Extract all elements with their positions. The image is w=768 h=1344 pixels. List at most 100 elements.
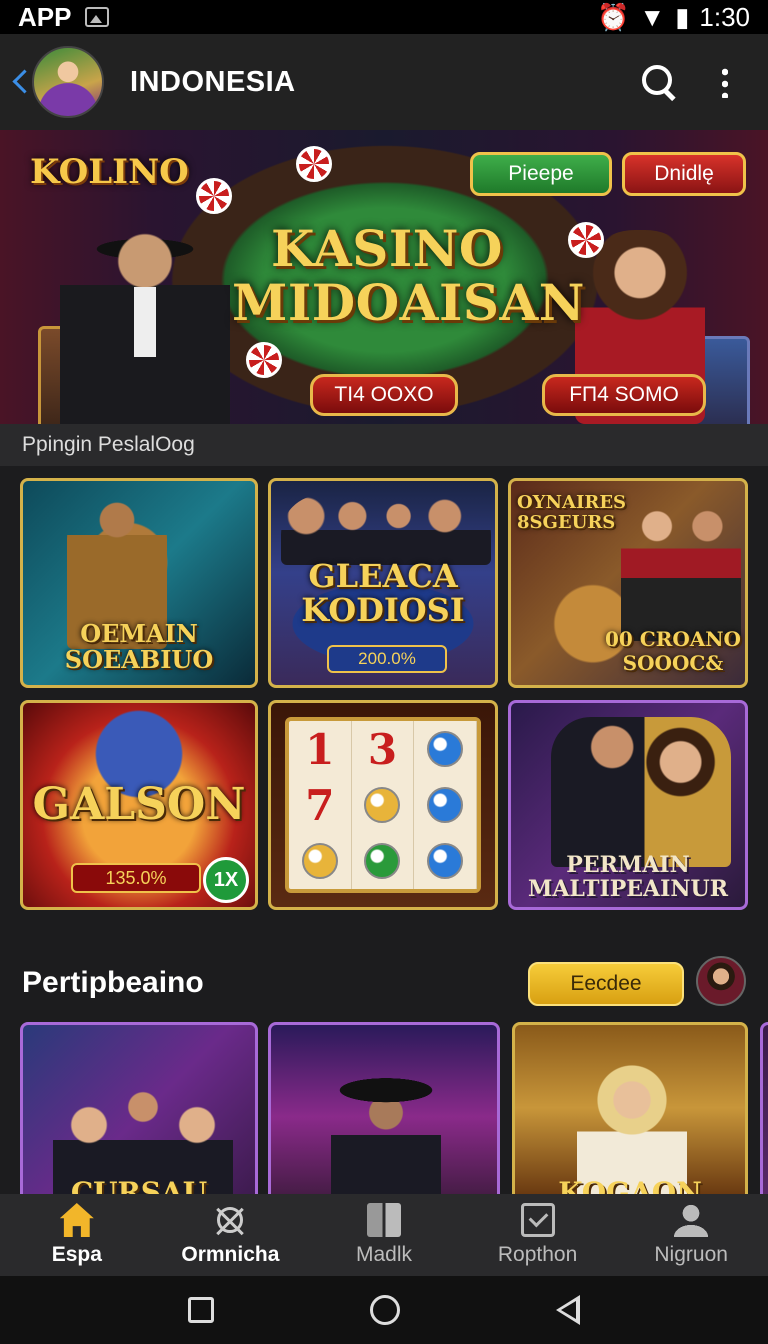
nav-item-games[interactable]: Ormnicha — [154, 1194, 308, 1276]
reel-symbol — [352, 777, 415, 833]
hero-dealer-figure — [60, 225, 230, 424]
reel-symbol — [414, 833, 477, 889]
ball-icon — [427, 731, 464, 767]
page-title: INDONESIA — [130, 65, 296, 98]
game-title: CURSAU — [70, 1176, 208, 1194]
wifi-icon: ▼ — [639, 1, 666, 32]
section-action-button[interactable]: Eecdee — [528, 962, 684, 1006]
game-tile[interactable] — [268, 1022, 500, 1194]
game-bonus-badge: 135.0% — [71, 863, 201, 893]
search-icon[interactable] — [640, 63, 678, 101]
group-figures — [53, 1065, 233, 1194]
home-icon — [59, 1203, 94, 1237]
nav-item-profile[interactable]: Nigruon — [614, 1194, 768, 1276]
avatar[interactable] — [696, 956, 746, 1006]
status-app-label: APP — [18, 1, 72, 32]
game-tile[interactable]: GLEACA KODIOSI 200.0% — [268, 478, 498, 688]
couple-figure — [621, 501, 741, 641]
game-title: KOGAON — [558, 1176, 702, 1194]
nav-item-label: Espa — [51, 1243, 102, 1266]
hero-pill-left[interactable]: TI4 OOXO — [310, 374, 458, 416]
nav-item-promo[interactable]: Ropthon — [461, 1194, 615, 1276]
image-icon — [85, 7, 110, 27]
game-title: OEMAIN SOEABIUO — [23, 621, 255, 673]
queen-figure — [577, 1049, 687, 1194]
recents-icon[interactable] — [188, 1297, 214, 1323]
hero-title-line2: MIDOAISAN — [232, 273, 585, 332]
reel-symbol: 3 — [352, 721, 415, 777]
bottom-nav: Espa Ormnicha Madlk Ropthon Nigruon — [0, 1194, 768, 1276]
game-title-line1: GLEACA — [308, 557, 458, 595]
game-tile[interactable]: GALSON 135.0% 1X — [20, 700, 258, 910]
game-tile[interactable] — [760, 1022, 768, 1194]
hero-green-button[interactable]: Pieepe — [470, 152, 612, 196]
reel-symbol: 1 — [289, 721, 352, 777]
ball-icon — [427, 843, 464, 879]
chip-icon — [196, 178, 232, 214]
game-title-line1: OYNAIRES — [517, 492, 627, 513]
multiplier-badge: 1X — [203, 857, 249, 903]
hero-banner[interactable]: KOLINO KASINO MIDOAISAN Pieepe Dnidlę TI… — [0, 130, 768, 424]
nav-item-book[interactable]: Madlk — [307, 1194, 461, 1276]
game-row: CURSAU KOGAON — [20, 1022, 768, 1194]
chip-icon — [246, 342, 282, 378]
nav-item-label: Ormnicha — [181, 1243, 280, 1266]
alarm-icon: ⏰ — [596, 1, 630, 32]
reel-symbol: 7 — [289, 777, 352, 833]
reel-symbol — [414, 721, 477, 777]
game-tile[interactable]: KOGAON — [512, 1022, 748, 1194]
singer-figure — [551, 717, 731, 867]
status-bar: APP ⏰ ▼ ▮ 1:30 — [0, 0, 768, 34]
hero-pill-right[interactable]: FП4 SOMO — [542, 374, 706, 416]
status-time: 1:30 — [699, 1, 750, 32]
more-vert-icon[interactable] — [722, 66, 728, 98]
game-tile[interactable]: PERMAIN MALTIPEAINUR — [508, 700, 748, 910]
game-title-line1: OEMAIN — [80, 619, 198, 648]
back-triangle-icon[interactable] — [556, 1295, 580, 1325]
avatar[interactable] — [32, 46, 104, 118]
ticket-icon — [520, 1203, 555, 1237]
section-label: Ppingin PeslalOog — [0, 424, 768, 466]
game-subtitle-line1: 00 CROANO — [605, 627, 741, 651]
group-figures — [281, 495, 491, 565]
game-title-line2: KODIOSI — [301, 591, 465, 629]
reel-symbol — [414, 777, 477, 833]
chip-icon — [296, 146, 332, 182]
game-bonus-badge: 200.0% — [327, 645, 447, 673]
nav-item-home[interactable]: Espa — [0, 1194, 154, 1276]
game-title-line2: SOEABIUO — [64, 645, 214, 674]
ball-icon — [301, 843, 338, 879]
heart-icon — [364, 787, 401, 823]
game-title-line1: PERMAIN — [566, 852, 690, 878]
section-title: Pertipbeaino — [22, 966, 204, 999]
game-subtitle: 00 CROANO SOOOC& — [601, 627, 745, 675]
back-icon[interactable] — [10, 67, 30, 97]
system-nav-bar — [0, 1276, 768, 1344]
game-tile[interactable]: 1 3 7 — [268, 700, 498, 910]
home-circle-icon[interactable] — [370, 1295, 400, 1325]
nav-item-label: Madlk — [355, 1243, 412, 1266]
game-tile[interactable]: OYNAIRES 8SGEURS 00 CROANO SOOOC& — [508, 478, 748, 688]
battery-icon: ▮ — [675, 1, 690, 32]
ball-icon — [427, 787, 464, 823]
crossed-clubs-icon — [217, 1207, 244, 1233]
chip-icon — [568, 222, 604, 258]
nav-item-label: Ropthon — [497, 1243, 578, 1266]
game-title: GLEACA KODIOSI — [271, 559, 495, 627]
game-title: PERMAIN MALTIPEAINUR — [511, 853, 745, 901]
reel-symbol — [289, 833, 352, 889]
game-tile[interactable]: CURSAU — [20, 1022, 258, 1194]
user-icon — [674, 1203, 709, 1237]
game-title-line2: 8SGEURS — [517, 512, 616, 533]
book-icon — [366, 1203, 401, 1237]
reel-symbol — [352, 833, 415, 889]
hero-brand-logo: KOLINO — [30, 152, 189, 192]
hero-title: KASINO MIDOAISAN — [232, 222, 585, 332]
game-tile[interactable]: OEMAIN SOEABIUO — [20, 478, 258, 688]
game-grid: OEMAIN SOEABIUO GLEACA KODIOSI 200.0% OY… — [20, 478, 748, 910]
game-subtitle-line2: SOOOC& — [622, 651, 724, 675]
game-title: OYNAIRES 8SGEURS — [517, 493, 637, 533]
game-title-line2: MALTIPEAINUR — [527, 876, 728, 902]
nav-item-label: Nigruon — [654, 1243, 728, 1266]
hero-red-button[interactable]: Dnidlę — [622, 152, 746, 196]
